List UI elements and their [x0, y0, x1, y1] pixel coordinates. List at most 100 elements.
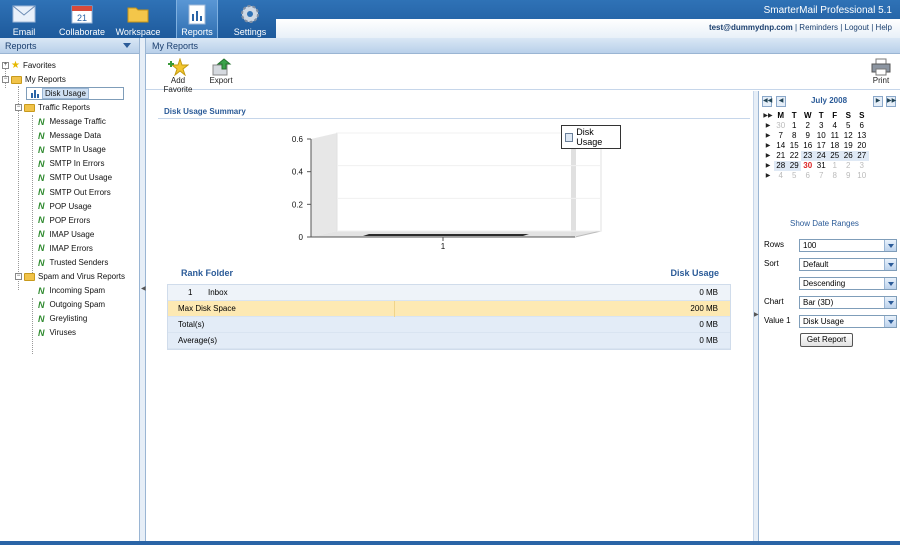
print-button[interactable]: Print — [869, 58, 893, 85]
col-disk-usage[interactable]: Disk Usage — [670, 268, 719, 278]
calendar-day[interactable]: 15 — [788, 141, 802, 151]
calendar-day[interactable]: 18 — [828, 141, 842, 151]
tree-item-report[interactable]: N POP Errors — [38, 214, 90, 227]
calendar-day[interactable]: 24 — [814, 151, 828, 161]
tree-item-report[interactable]: N SMTP In Errors — [38, 157, 104, 170]
show-date-ranges-link[interactable]: Show Date Ranges — [790, 219, 859, 228]
tree-item-report[interactable]: N SMTP In Usage — [38, 143, 106, 156]
calendar-day[interactable]: 26 — [841, 151, 855, 161]
export-button[interactable]: Export — [208, 58, 234, 85]
calendar-day[interactable]: 31 — [815, 161, 829, 171]
calendar-day[interactable]: 16 — [801, 141, 815, 151]
tree-item-spam-reports[interactable]: − Spam and Virus Reports — [15, 270, 125, 283]
get-report-button[interactable]: Get Report — [800, 333, 853, 347]
calendar-day[interactable]: 30 — [801, 161, 815, 171]
calendar-day[interactable]: 3 — [855, 161, 869, 171]
calendar-day[interactable]: 2 — [842, 161, 856, 171]
calendar-day[interactable]: 17 — [815, 141, 829, 151]
select-week-icon[interactable]: ▶ — [762, 171, 774, 181]
chevron-down-icon[interactable] — [884, 278, 896, 289]
nav-collaborate-button[interactable]: 21 Collaborate — [56, 0, 108, 38]
calendar-day[interactable]: 9 — [842, 171, 856, 181]
tree-item-report[interactable]: N Viruses — [38, 326, 76, 339]
select-week-icon[interactable]: ▶ — [762, 151, 774, 161]
calendar-day[interactable]: 8 — [828, 171, 842, 181]
select-week-icon[interactable]: ▶ — [762, 141, 774, 151]
calendar-day[interactable]: 14 — [774, 141, 788, 151]
calendar-day[interactable]: 7 — [815, 171, 829, 181]
calendar-day[interactable]: 11 — [828, 131, 842, 141]
tree-item-my-reports[interactable]: − My Reports — [2, 73, 66, 86]
chart-type-select[interactable]: Bar (3D) — [799, 296, 897, 309]
tree-item-report[interactable]: N SMTP Out Usage — [38, 171, 112, 184]
calendar-day[interactable]: 6 — [855, 121, 869, 131]
calendar-day[interactable]: 30 — [774, 121, 788, 131]
tree-item-report[interactable]: N IMAP Errors — [38, 242, 93, 255]
next-month-button[interactable]: ▶ — [873, 96, 883, 107]
chevron-down-icon[interactable] — [884, 259, 896, 270]
rows-select[interactable]: 100 — [799, 239, 897, 252]
calendar-day[interactable]: 10 — [815, 131, 829, 141]
calendar-day[interactable]: 9 — [801, 131, 815, 141]
calendar-day[interactable]: 22 — [788, 151, 802, 161]
tree-item-traffic-reports[interactable]: − Traffic Reports — [15, 101, 90, 114]
tree-item-favorites[interactable]: + ★ Favorites — [2, 59, 56, 72]
calendar-day[interactable]: 8 — [788, 131, 802, 141]
calendar-day[interactable]: 21 — [774, 151, 788, 161]
nav-settings-button[interactable]: Settings — [228, 0, 272, 38]
collapse-icon[interactable]: − — [2, 76, 9, 83]
expand-icon[interactable]: + — [2, 62, 9, 69]
calendar-day[interactable]: 20 — [855, 141, 869, 151]
collapse-right-icon[interactable]: ▶ — [754, 311, 759, 318]
tree-item-report[interactable]: N Trusted Senders — [38, 256, 108, 269]
tree-item-report[interactable]: N Greylisting — [38, 312, 87, 325]
select-week-icon[interactable]: ▶ — [762, 161, 774, 171]
tree-item-report[interactable]: N Incoming Spam — [38, 284, 105, 297]
calendar-day[interactable]: 6 — [801, 171, 815, 181]
nav-reports-button[interactable]: Reports — [176, 0, 218, 38]
tree-item-report[interactable]: N IMAP Usage — [38, 228, 94, 241]
calendar-day[interactable]: 23 — [801, 151, 815, 161]
chevron-down-icon[interactable] — [884, 316, 896, 327]
calendar-day[interactable]: 1 — [828, 161, 842, 171]
tree-item-report[interactable]: N Message Traffic — [38, 115, 106, 128]
calendar-day[interactable]: 1 — [788, 121, 802, 131]
collapse-icon[interactable]: − — [15, 273, 22, 280]
calendar-day[interactable]: 12 — [842, 131, 856, 141]
tree-item-report[interactable]: N Message Data — [38, 129, 101, 142]
select-week-icon[interactable]: ▶ — [762, 121, 774, 131]
add-favorite-button[interactable]: Add Favorite — [156, 58, 200, 94]
calendar-day[interactable]: 4 — [828, 121, 842, 131]
calendar-day[interactable]: 7 — [774, 131, 788, 141]
tree-item-report[interactable]: N POP Usage — [38, 200, 92, 213]
select-week-icon[interactable]: ▶ — [762, 131, 774, 141]
nav-email-button[interactable]: Email — [6, 0, 42, 38]
tree-item-disk-usage[interactable]: Disk Usage — [26, 87, 124, 100]
calendar-day[interactable]: 3 — [815, 121, 829, 131]
tree-item-report[interactable]: N SMTP Out Errors — [38, 186, 111, 199]
calendar-day[interactable]: 27 — [855, 151, 869, 161]
calendar-day[interactable]: 28 — [774, 161, 788, 171]
chevron-down-icon[interactable] — [884, 240, 896, 251]
logout-link[interactable]: Logout — [845, 23, 869, 32]
calendar-day[interactable]: 2 — [801, 121, 815, 131]
calendar-day[interactable]: 29 — [787, 161, 801, 171]
calendar-day[interactable]: 5 — [842, 121, 856, 131]
collapse-icon[interactable]: − — [15, 104, 22, 111]
calendar-day[interactable]: 5 — [788, 171, 802, 181]
calendar-day[interactable]: 25 — [828, 151, 842, 161]
prev-month-button[interactable]: ◀ — [776, 96, 786, 107]
prev-year-button[interactable]: ◀◀ — [762, 96, 772, 107]
chevron-down-icon[interactable] — [123, 43, 131, 48]
next-year-button[interactable]: ▶▶ — [886, 96, 896, 107]
reminders-link[interactable]: Reminders — [799, 23, 838, 32]
select-all-weeks-icon[interactable]: ▶▶ — [762, 111, 774, 121]
calendar-day[interactable]: 10 — [855, 171, 869, 181]
order-select[interactable]: Descending — [799, 277, 897, 290]
tree-item-report[interactable]: N Outgoing Spam — [38, 298, 105, 311]
help-link[interactable]: Help — [876, 23, 892, 32]
nav-workspace-button[interactable]: Workspace — [114, 0, 162, 38]
calendar-day[interactable]: 4 — [774, 171, 788, 181]
sort-select[interactable]: Default — [799, 258, 897, 271]
value1-select[interactable]: Disk Usage — [799, 315, 897, 328]
